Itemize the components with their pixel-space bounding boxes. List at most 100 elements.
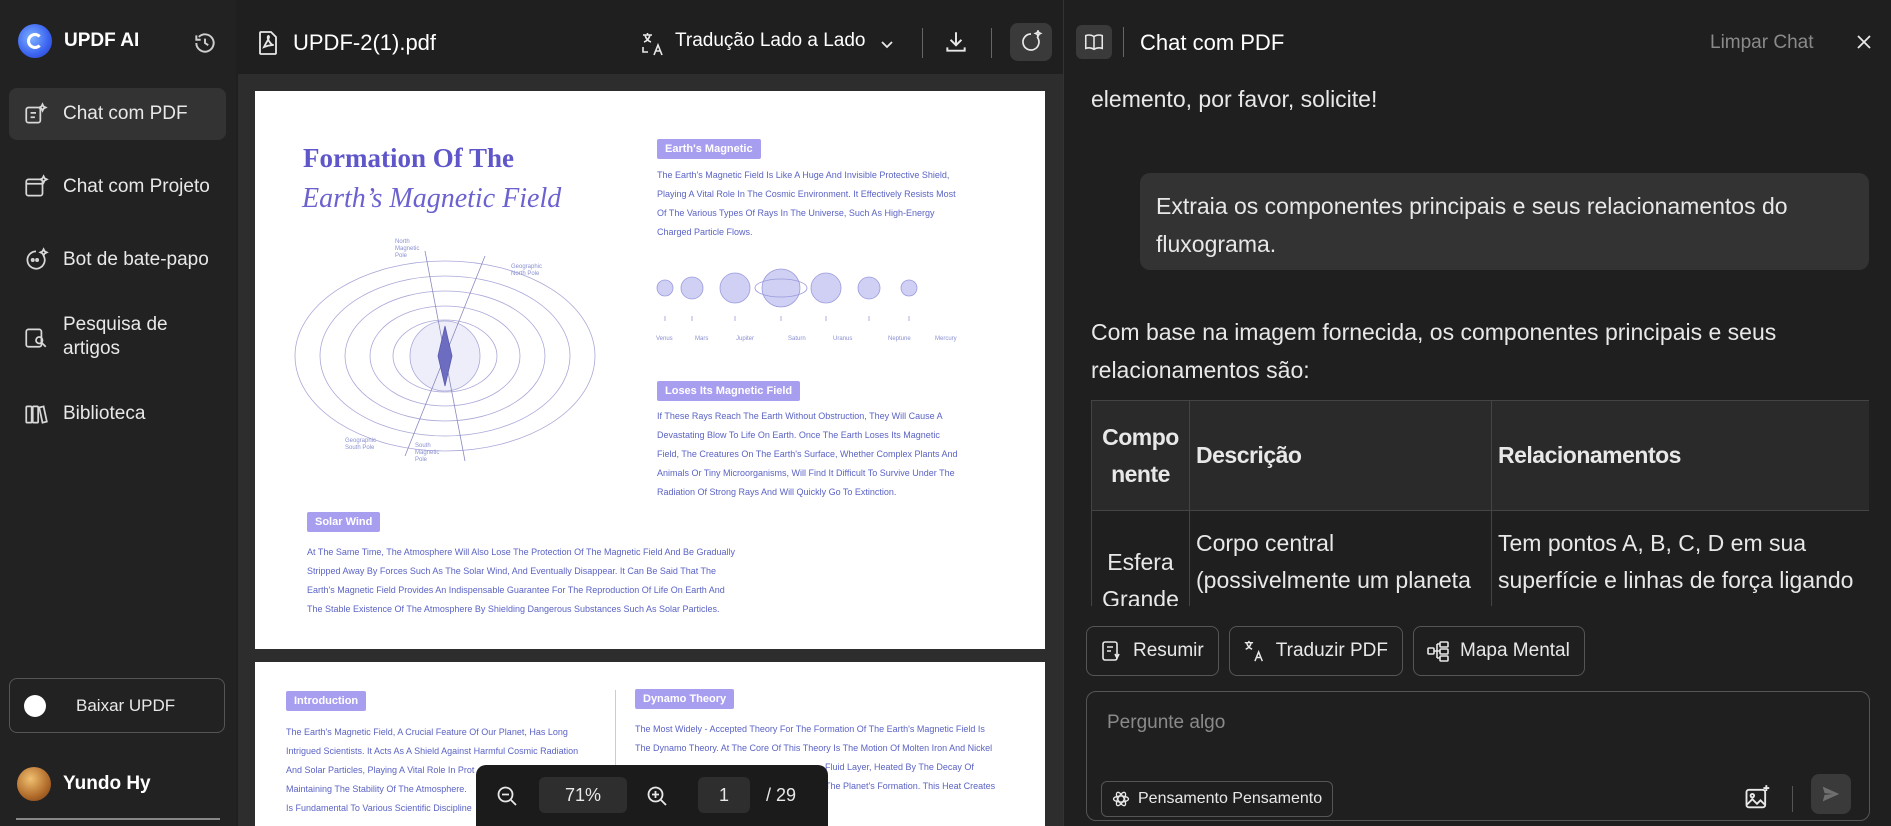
toolbar-divider: [922, 28, 923, 58]
sidebar-item-chatbot[interactable]: Bot de bate-papo: [9, 234, 226, 286]
action-label: Mapa Mental: [1460, 640, 1570, 661]
translate-mode-select[interactable]: Tradução Lado a Lado: [675, 30, 866, 52]
chat-project-icon: [25, 174, 49, 197]
chat-pdf-icon: [25, 102, 48, 124]
clear-chat-button[interactable]: Limpar Chat: [1710, 32, 1814, 54]
user-message: Extraia os componentes principais e seus…: [1140, 173, 1869, 270]
table-header: Descrição: [1189, 400, 1492, 511]
sidebar-nav: Chat com PDF Chat com Projeto Bot de bat…: [9, 88, 226, 461]
article-search-icon: [25, 328, 47, 348]
file-name: UPDF-2(1).pdf: [293, 30, 437, 55]
table-cell: Corpo central (possivelmente um planeta …: [1189, 510, 1492, 606]
book-icon: [1084, 34, 1104, 51]
table-header: Compo nente: [1091, 400, 1190, 511]
diagram-label: Geographic North Pole: [511, 264, 543, 277]
zoom-in-icon[interactable]: [646, 785, 668, 807]
brand: UPDF AI: [18, 24, 139, 58]
thinking-icon: [1112, 791, 1130, 807]
send-icon: [1822, 786, 1840, 802]
user-profile[interactable]: Yundo Hy: [17, 767, 151, 801]
planet-label: Mercury: [935, 336, 957, 342]
planets-diagram: [656, 268, 918, 321]
chatbot-icon: [26, 247, 49, 270]
sidebar-item-label: Chat com Projeto: [63, 176, 210, 197]
section-tag: Earth's Magnetic: [657, 139, 761, 159]
table-header: Relacionamentos: [1491, 400, 1869, 511]
planet-label: Saturn: [788, 336, 806, 342]
zoom-out-icon[interactable]: [496, 785, 518, 807]
download-label: Baixar UPDF: [76, 695, 176, 715]
planet-label: Uranus: [833, 336, 853, 342]
planet-label: Mars: [695, 336, 709, 342]
planet-label: Venus: [656, 336, 673, 342]
chat-panel: Chat com PDF Limpar Chat elemento, por f…: [1063, 0, 1891, 826]
translate-icon: [1244, 640, 1263, 662]
page-paragraph: If These Rays Reach The Earth Without Ob…: [657, 411, 958, 497]
avatar: [17, 767, 51, 801]
planet-label: Jupiter: [736, 336, 755, 342]
chat-input-box: Pensamento Pensamento: [1086, 691, 1870, 821]
sidebar-item-label: Biblioteca: [63, 403, 146, 424]
translate-icon[interactable]: [640, 31, 666, 57]
section-tag: Loses Its Magnetic Field: [657, 381, 801, 401]
pdf-toolbar: UPDF-2(1).pdf Tradução Lado a Lado: [238, 10, 1063, 74]
updf-ai-app: UPDF AI Chat com PDF Chat com Projeto Bo…: [0, 0, 1891, 826]
response-table: Compo nente Descrição Relacionamentos Es…: [1091, 400, 1869, 606]
reader-mode-button[interactable]: [1076, 25, 1112, 59]
sidebar: UPDF AI Chat com PDF Chat com Projeto Bo…: [0, 0, 236, 826]
chat-input[interactable]: [1107, 712, 1707, 734]
planet-label: Neptune: [888, 336, 911, 342]
download-icon[interactable]: [943, 29, 969, 55]
section-tag: Solar Wind: [307, 512, 381, 532]
zoom-controls: 71% 1 / 29: [476, 765, 828, 826]
page-paragraph: At The Same Time, The Atmosphere Will Al…: [307, 547, 736, 614]
chat-title: Chat com PDF: [1140, 30, 1285, 55]
history-icon[interactable]: [192, 30, 218, 56]
close-icon[interactable]: [1854, 32, 1874, 52]
pdf-file-icon: [259, 31, 277, 55]
table-cell: Tem pontos A, B, C, D em sua superfície …: [1491, 510, 1869, 606]
magnetic-field-diagram: [294, 250, 596, 462]
sidebar-item-label: Chat com PDF: [63, 103, 188, 124]
page-subtitle: Earth’s Magnetic Field: [302, 183, 562, 214]
pdf-pages[interactable]: Formation Of The Earth’s Magnetic Field …: [238, 74, 1063, 826]
download-updf-button[interactable]: Baixar UPDF: [9, 678, 225, 733]
chevron-down-icon[interactable]: [879, 36, 895, 52]
user-name: Yundo Hy: [63, 773, 151, 794]
sidebar-item-label: Bot de bate-papo: [63, 249, 209, 270]
divider: [16, 818, 220, 820]
ai-chat-toggle-button[interactable]: [1010, 23, 1052, 61]
thinking-mode-button[interactable]: Pensamento Pensamento: [1101, 781, 1334, 817]
sidebar-item-chat-project[interactable]: Chat com Projeto: [9, 161, 226, 213]
summarize-button[interactable]: Resumir: [1086, 626, 1219, 676]
sidebar-item-label: Pesquisa de artigos: [63, 314, 168, 359]
page-title: Formation Of The: [303, 143, 514, 173]
sidebar-item-chat-pdf[interactable]: Chat com PDF: [9, 88, 226, 140]
action-label: Traduzir PDF: [1275, 640, 1388, 661]
ai-message-partial: elemento, por favor, solicite!: [1091, 86, 1378, 112]
sidebar-item-library[interactable]: Biblioteca: [9, 388, 226, 440]
updf-logo-icon: [18, 24, 52, 58]
mind-map-icon: [1427, 641, 1449, 662]
quick-actions: Resumir Traduzir PDF Mapa Mental: [1086, 626, 1585, 676]
ai-chat-icon: [1022, 30, 1043, 51]
thinking-label: Pensamento Pensamento: [1138, 790, 1323, 807]
image-upload-icon[interactable]: [1743, 784, 1771, 812]
send-button[interactable]: [1811, 774, 1851, 814]
page-total: / 29: [766, 785, 797, 805]
pdf-page-1: Formation Of The Earth’s Magnetic Field …: [255, 91, 1045, 649]
mind-map-button[interactable]: Mapa Mental: [1413, 626, 1585, 676]
diagram-label: Geographic South Pole: [345, 438, 377, 451]
diagram-label: South Magnetic Pole: [415, 443, 440, 463]
zoom-level[interactable]: 71%: [539, 777, 627, 813]
summarize-icon: [1102, 641, 1120, 661]
section-tag: Introduction: [286, 691, 367, 711]
pdf-viewer: UPDF-2(1).pdf Tradução Lado a Lado Forma…: [238, 10, 1063, 826]
sidebar-item-article-search[interactable]: Pesquisa de artigos: [9, 307, 226, 367]
table-header-row: Compo nente Descrição Relacionamentos: [1091, 400, 1869, 511]
library-icon: [25, 405, 48, 424]
chat-header: Chat com PDF Limpar Chat: [1064, 0, 1891, 80]
translate-pdf-button[interactable]: Traduzir PDF: [1228, 626, 1403, 676]
section-tag: Dynamo Theory: [635, 689, 735, 709]
page-number-input[interactable]: 1: [698, 777, 750, 813]
